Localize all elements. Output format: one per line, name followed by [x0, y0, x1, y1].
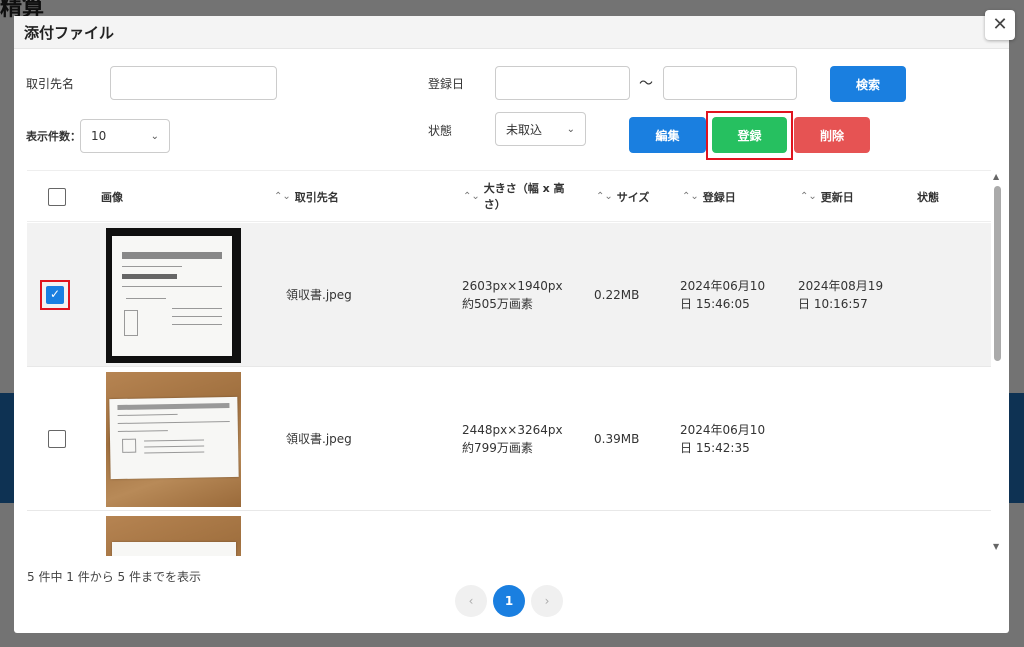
status-select[interactable]: 未取込 ⌄	[495, 112, 586, 146]
row-dimensions-px: 2603px×1940px	[462, 279, 563, 293]
table-row[interactable]: ✓ 領収書.jpeg 2603px×1940px 約505万画素 0.22MB 2…	[27, 223, 991, 367]
partner-label: 取引先名	[26, 77, 75, 91]
row-updated-date: 2024年08月19	[798, 279, 884, 293]
header-registered-label: 登録日	[702, 190, 736, 204]
chevron-down-icon: ⌄	[566, 123, 575, 135]
row-partner-name: 領収書.jpeg	[286, 432, 352, 446]
register-button[interactable]: 登録	[712, 117, 787, 153]
date-from-input[interactable]	[495, 66, 630, 100]
status-label: 状態	[428, 124, 453, 138]
date-range-separator: 〜	[639, 76, 653, 92]
row-dimensions: 2603px×1940px 約505万画素	[462, 277, 563, 313]
per-page-select[interactable]: 10 ⌄	[80, 119, 170, 153]
row-registered: 2024年06月10 日 15:46:05	[680, 277, 765, 313]
scroll-up-icon[interactable]: ▲	[993, 172, 999, 181]
header-registered[interactable]: ⌃⌄ 登録日	[682, 171, 736, 222]
receipt-paper	[112, 236, 232, 356]
table-header: 画像 ⌃⌄ 取引先名 ⌃⌄ 大きさ（幅 x 高さ） ⌃⌄ サイズ ⌃⌄ 登録日 ⌃⌄ 更新…	[27, 171, 991, 222]
row-registered-date: 2024年06月10	[680, 279, 766, 293]
header-partner[interactable]: ⌃⌄ 取引先名	[274, 171, 339, 222]
close-icon: ✕	[992, 14, 1008, 35]
select-all-checkbox[interactable]	[48, 188, 66, 206]
sort-icon: ⌃⌄	[274, 191, 291, 202]
receipt-thumbnail[interactable]	[106, 228, 241, 363]
edit-button[interactable]: 編集	[629, 117, 706, 153]
close-button[interactable]: ✕	[985, 10, 1015, 40]
date-to-input[interactable]	[663, 66, 797, 100]
row-dimensions-px: 2448px×3264px	[462, 423, 563, 437]
table-row[interactable]	[27, 511, 991, 556]
chevron-down-icon: ⌄	[150, 130, 159, 142]
header-updated[interactable]: ⌃⌄ 更新日	[800, 171, 854, 222]
next-page-button[interactable]: ›	[531, 585, 563, 617]
modal-title: 添付ファイル	[24, 24, 115, 42]
page-1-button[interactable]: 1	[493, 585, 525, 617]
sort-icon: ⌃⌄	[800, 191, 817, 202]
row-registered: 2024年06月10 日 15:42:35	[680, 421, 765, 457]
header-dimensions[interactable]: ⌃⌄ 大きさ（幅 x 高さ）	[463, 171, 573, 222]
receipt-paper	[109, 396, 239, 480]
row-dimensions: 2448px×3264px 約799万画素	[462, 421, 563, 457]
header-updated-label: 更新日	[820, 190, 854, 204]
row-checkbox[interactable]: ✓	[46, 286, 64, 304]
row-updated: 2024年08月19 日 10:16:57	[798, 277, 883, 313]
date-label: 登録日	[428, 77, 465, 91]
chevron-left-icon: ‹	[468, 594, 474, 608]
sort-icon: ⌃⌄	[682, 191, 699, 202]
status-value: 未取込	[506, 122, 543, 137]
row-registered-date: 2024年06月10	[680, 423, 766, 437]
per-page-label: 表示件数：	[26, 130, 81, 143]
attachment-table: 画像 ⌃⌄ 取引先名 ⌃⌄ 大きさ（幅 x 高さ） ⌃⌄ サイズ ⌃⌄ 登録日 ⌃⌄ 更新…	[27, 170, 991, 556]
header-image: 画像	[101, 190, 123, 204]
check-icon: ✓	[49, 287, 61, 301]
row-registered-time: 日 15:46:05	[680, 297, 750, 311]
receipt-thumbnail[interactable]	[106, 372, 241, 507]
row-filesize: 0.39MB	[594, 432, 640, 446]
header-filesize[interactable]: ⌃⌄ サイズ	[596, 171, 649, 222]
row-filesize: 0.22MB	[594, 288, 640, 302]
receipt-thumbnail[interactable]	[106, 516, 241, 556]
modal-header: 添付ファイル	[14, 16, 1009, 49]
prev-page-button[interactable]: ‹	[455, 585, 487, 617]
partner-input[interactable]	[110, 66, 277, 100]
row-partner-name: 領収書.jpeg	[286, 288, 352, 302]
header-partner-label: 取引先名	[294, 190, 339, 204]
row-checkbox[interactable]	[48, 430, 66, 448]
result-summary: 5 件中 1 件から 5 件までを表示	[27, 570, 201, 584]
header-status: 状態	[917, 190, 939, 204]
header-filesize-label: サイズ	[616, 190, 650, 204]
table-row[interactable]: 領収書.jpeg 2448px×3264px 約799万画素 0.39MB 202…	[27, 367, 991, 511]
sort-icon: ⌃⌄	[463, 190, 480, 202]
chevron-right-icon: ›	[544, 594, 550, 608]
delete-button[interactable]: 削除	[794, 117, 870, 153]
header-dimensions-label: 大きさ（幅 x 高さ）	[483, 181, 565, 211]
row-dimensions-pixels: 約799万画素	[462, 441, 533, 455]
receipt-paper	[112, 542, 236, 556]
per-page-value: 10	[91, 129, 107, 143]
scroll-down-icon[interactable]: ▼	[993, 542, 999, 551]
attachment-modal: 添付ファイル 取引先名 登録日 〜 検索 表示件数： 10 ⌄ 状態 未取込 ⌄…	[14, 16, 1009, 633]
search-button[interactable]: 検索	[830, 66, 906, 102]
sort-icon: ⌃⌄	[596, 191, 613, 202]
row-dimensions-pixels: 約505万画素	[462, 297, 533, 311]
row-registered-time: 日 15:42:35	[680, 441, 750, 455]
row-updated-time: 日 10:16:57	[798, 297, 868, 311]
table-scrollbar[interactable]	[994, 186, 1001, 361]
